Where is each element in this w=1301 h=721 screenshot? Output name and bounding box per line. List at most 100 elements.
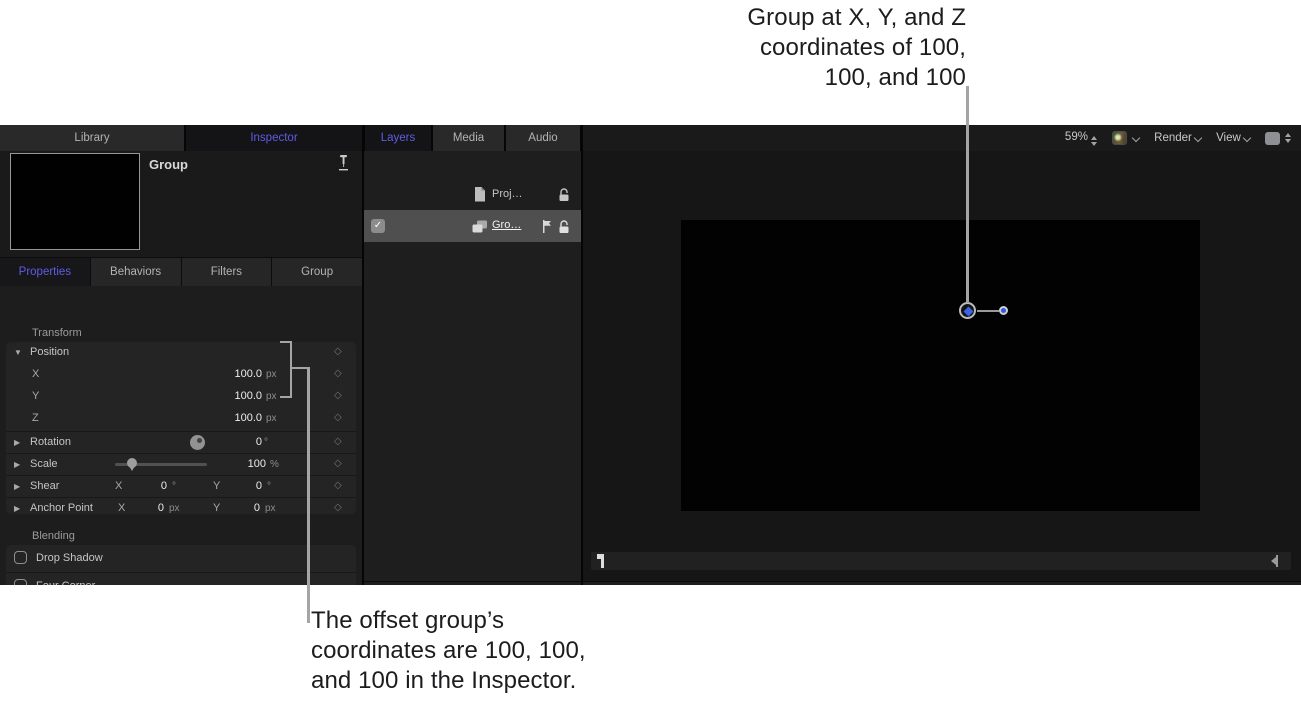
project-layer-name: Proj… (492, 188, 523, 200)
unlock-icon[interactable] (558, 220, 571, 237)
subtab-filters-label: Filters (211, 266, 242, 278)
keyframe-diamond-icon[interactable]: ◇ (334, 480, 342, 491)
tab-layers[interactable]: Layers (365, 125, 431, 151)
render-menu[interactable]: Render (1154, 132, 1201, 144)
canvas-viewer: T (583, 151, 1301, 585)
rotation-unit: ° (264, 437, 268, 448)
shear-x-unit: ° (172, 481, 176, 492)
mini-timeline[interactable] (591, 552, 1291, 570)
zoom-level-control[interactable]: 59% (1065, 131, 1097, 146)
pin-icon[interactable] (338, 155, 349, 175)
row-rotation: ▶ Rotation 0 ° ◇ (6, 432, 356, 453)
shear-x-value[interactable]: 0 (131, 480, 167, 492)
disclosure-triangle-icon[interactable]: ▶ (14, 482, 20, 491)
layer-row-project[interactable]: Proj… (364, 181, 581, 208)
position-z-value[interactable]: 100.0 (234, 412, 262, 424)
bracket-bottom-tick (280, 396, 292, 398)
playhead[interactable] (601, 554, 604, 568)
callout-bottom-line3: and 100 in the Inspector. (311, 666, 586, 696)
page: Group at X, Y, and Z coordinates of 100,… (0, 0, 1301, 721)
subtab-group[interactable]: Group (272, 258, 362, 286)
tab-inspector-label: Inspector (250, 132, 297, 144)
row-position: ▼ Position ◇ (6, 342, 356, 363)
render-menu-label: Render (1154, 132, 1192, 144)
timeline-end-marker[interactable] (1276, 555, 1278, 567)
disclosure-triangle-icon[interactable]: ▼ (14, 348, 22, 357)
rotation-dial[interactable] (190, 435, 205, 450)
position-x-value[interactable]: 100.0 (234, 368, 262, 380)
keyframe-diamond-icon[interactable]: ◇ (334, 390, 342, 401)
tab-library[interactable]: Library (0, 125, 184, 151)
keyframe-diamond-icon[interactable]: ◇ (334, 436, 342, 447)
color-swatch-icon (1112, 131, 1127, 145)
header-tab-bar: Library Inspector Layers Media Audio 59%… (0, 125, 1301, 151)
subtab-behaviors[interactable]: Behaviors (91, 258, 181, 286)
layer-visibility-checkbox[interactable]: ✓ (371, 219, 385, 233)
subtab-filters[interactable]: Filters (182, 258, 272, 286)
position-y-value[interactable]: 100.0 (234, 390, 262, 402)
tab-library-label: Library (74, 132, 109, 144)
unlock-icon[interactable] (558, 188, 571, 205)
scale-unit: % (270, 459, 279, 470)
y-label: Y (32, 390, 39, 402)
disclosure-triangle-icon[interactable]: ▶ (14, 438, 20, 447)
shear-label: Shear (30, 480, 59, 492)
shear-y-unit: ° (267, 481, 271, 492)
inspector-preview-zone: Group (0, 151, 362, 258)
tab-media-label: Media (453, 132, 484, 144)
flag-icon[interactable] (542, 220, 552, 236)
blending-section-header: Blending (32, 530, 75, 542)
chevron-down-icon (1243, 134, 1251, 142)
subtab-group-label: Group (301, 266, 333, 278)
anchor-y-value[interactable]: 0 (222, 502, 260, 514)
keyframe-diamond-icon[interactable]: ◇ (334, 502, 342, 513)
callout-top-line1: Group at X, Y, and Z (747, 3, 966, 33)
group-layer-name[interactable]: Gro… (492, 219, 521, 231)
x-axis-handle-dot[interactable] (999, 306, 1008, 315)
group-layers-icon (472, 220, 488, 237)
position-label: Position (30, 346, 69, 358)
stepper-icon (1285, 133, 1291, 143)
four-corner-label: Four Corner (36, 580, 95, 585)
rotation-value[interactable]: 0 (256, 436, 262, 448)
drop-shadow-checkbox[interactable] (14, 551, 27, 564)
anchor-x-unit: px (169, 503, 180, 514)
subtab-properties-label: Properties (19, 266, 71, 278)
keyframe-diamond-icon[interactable]: ◇ (334, 368, 342, 379)
chevron-down-icon (1132, 134, 1140, 142)
x-axis-handle-line (977, 310, 999, 312)
stepper-icon[interactable] (1091, 136, 1097, 146)
anchor-x-value[interactable]: 0 (126, 502, 164, 514)
keyframe-diamond-icon[interactable]: ◇ (334, 346, 342, 357)
row-scale: ▶ Scale 100 % ◇ (6, 454, 356, 475)
scale-slider-thumb[interactable] (127, 458, 138, 468)
tab-audio[interactable]: Audio (506, 125, 580, 151)
callout-bottom: The offset group’s coordinates are 100, … (311, 606, 586, 696)
row-position-z: Z 100.0 px ◇ (6, 408, 356, 429)
layers-bottom-bar (364, 581, 581, 585)
disclosure-triangle-icon[interactable]: ▶ (14, 460, 20, 469)
disclosure-triangle-icon[interactable]: ▶ (14, 504, 20, 513)
four-corner-checkbox[interactable] (14, 579, 27, 585)
subtab-properties[interactable]: Properties (0, 258, 90, 286)
layer-row-group[interactable]: ✓ Gro… (364, 210, 581, 242)
project-canvas[interactable] (681, 220, 1200, 511)
background-control[interactable] (1265, 132, 1291, 145)
row-drop-shadow: Drop Shadow (6, 545, 356, 571)
position-y-unit: px (266, 391, 277, 402)
subtab-behaviors-label: Behaviors (110, 266, 161, 278)
keyframe-diamond-icon[interactable]: ◇ (334, 458, 342, 469)
view-menu[interactable]: View (1216, 132, 1250, 144)
blending-group: Drop Shadow Four Corner (6, 545, 356, 585)
keyframe-diamond-icon[interactable]: ◇ (334, 412, 342, 423)
row-four-corner: Four Corner (6, 573, 356, 585)
tab-inspector[interactable]: Inspector (186, 125, 362, 151)
inspector-subtabs: Properties Behaviors Filters Group (0, 258, 362, 286)
timeline-end-arrow-icon (1271, 557, 1276, 565)
shear-y-value[interactable]: 0 (226, 480, 262, 492)
tab-layers-label: Layers (381, 132, 416, 144)
scale-value[interactable]: 100 (248, 458, 266, 470)
color-channel-control[interactable] (1112, 131, 1139, 145)
tab-media[interactable]: Media (433, 125, 504, 151)
anchor-x-label: X (118, 502, 125, 514)
